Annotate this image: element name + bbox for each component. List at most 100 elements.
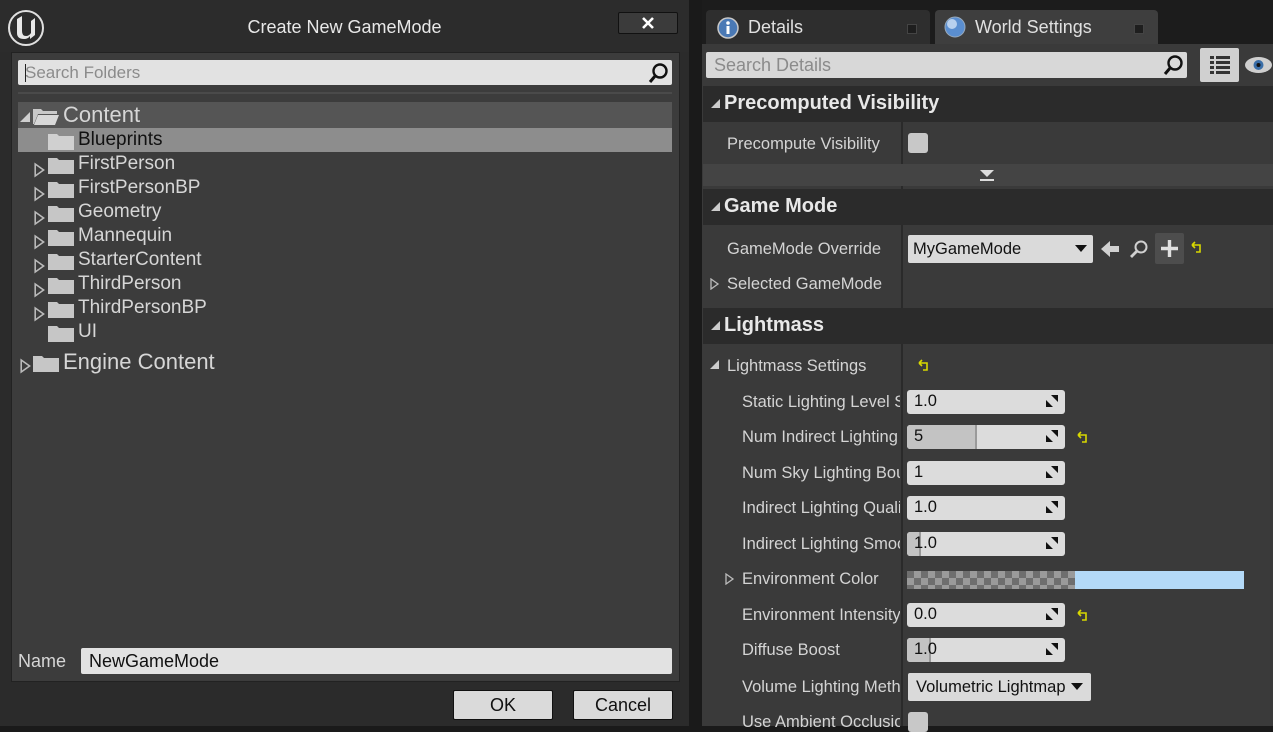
folder-icon	[48, 182, 74, 198]
tree-item-label: UI	[78, 321, 97, 342]
folder-icon	[48, 278, 74, 294]
category-lightmass[interactable]: Lightmass	[703, 308, 1273, 344]
precompute-visibility-checkbox[interactable]	[908, 133, 928, 153]
tree-item-label: Engine Content	[63, 349, 215, 374]
prop-label-num-sky-lighting-bounces: Num Sky Lighting Bou	[742, 464, 900, 482]
expand-arrow-icon[interactable]	[725, 573, 735, 585]
tree-item-label: StarterContent	[78, 249, 202, 270]
folder-icon	[48, 230, 74, 246]
environment-intensity-field[interactable]: 0.0	[907, 603, 1065, 627]
indirect-lighting-quality-field[interactable]: 1.0	[907, 496, 1065, 520]
view-options-button[interactable]	[1200, 48, 1239, 82]
tab-details[interactable]: Details	[706, 10, 930, 44]
category-precomputed-visibility[interactable]: Precomputed Visibility	[703, 86, 1273, 122]
search-icon[interactable]	[1163, 54, 1185, 76]
num-sky-lighting-bounces-field[interactable]: 1	[907, 461, 1065, 485]
collapse-arrow-icon[interactable]	[710, 360, 720, 370]
prop-label-environment-intensity: Environment Intensity	[742, 606, 900, 624]
tree-item-engine-content[interactable]: Engine Content	[18, 349, 672, 377]
tree-item-firstpersonbp[interactable]: FirstPersonBP	[18, 176, 672, 202]
collapse-arrow-icon	[711, 321, 720, 330]
cancel-button[interactable]: Cancel	[573, 690, 673, 720]
volume-lighting-method-dropdown[interactable]: Volumetric Lightmap	[908, 673, 1091, 701]
field-value: 1	[914, 463, 924, 481]
reset-to-default-icon[interactable]	[1077, 431, 1089, 443]
text-caret	[25, 64, 26, 82]
collapse-arrow-icon	[711, 99, 720, 108]
prop-label-precompute-visibility: Precompute Visibility	[727, 135, 880, 153]
tree-item-mannequin[interactable]: Mannequin	[18, 224, 672, 250]
spin-drag-icon	[1046, 430, 1058, 442]
add-button[interactable]	[1155, 233, 1184, 264]
collapse-arrow-icon	[711, 202, 720, 211]
prop-label-selected-gamemode: Selected GameMode	[727, 275, 883, 293]
folder-icon	[48, 326, 74, 342]
gamemode-override-dropdown[interactable]: MyGameMode	[908, 235, 1093, 263]
tree-item-startercontent[interactable]: StarterContent	[18, 248, 672, 274]
folder-icon	[33, 356, 59, 372]
prop-label-gamemode-override: GameMode Override	[727, 240, 882, 258]
category-label: Game Mode	[724, 195, 838, 217]
close-button[interactable]	[618, 12, 678, 34]
num-indirect-lighting-field[interactable]: 5	[907, 425, 1065, 449]
use-selected-arrow-icon[interactable]	[1100, 239, 1120, 259]
tree-item-thirdperson[interactable]: ThirdPerson	[18, 272, 672, 298]
category-game-mode[interactable]: Game Mode	[703, 189, 1273, 225]
collapsed-arrow-icon[interactable]	[20, 354, 32, 378]
prop-label-static-lighting-level-scale: Static Lighting Level S	[742, 393, 900, 411]
prop-label-lightmass-settings: Lightmass Settings	[727, 357, 867, 375]
close-tab-icon[interactable]	[907, 24, 917, 34]
expand-arrow-icon[interactable]	[710, 278, 720, 290]
prop-label-indirect-lighting-smoothness: Indirect Lighting Smoo	[742, 535, 900, 553]
field-value: 5	[914, 427, 924, 445]
folder-icon	[48, 134, 74, 150]
indirect-lighting-smoothness-field[interactable]: 1.0	[907, 532, 1065, 556]
reset-to-default-icon[interactable]	[918, 359, 930, 371]
divider	[18, 92, 672, 94]
tree-item-label: Mannequin	[78, 225, 173, 246]
list-view-icon	[1210, 56, 1230, 74]
reset-to-default-icon[interactable]	[1077, 609, 1089, 621]
details-search-input[interactable]: Search Details	[706, 52, 1187, 78]
browse-icon[interactable]	[1129, 239, 1149, 259]
search-placeholder: Search Folders	[25, 63, 141, 82]
search-icon[interactable]	[648, 62, 670, 84]
category-label: Precomputed Visibility	[724, 92, 940, 114]
tree-item-label: ThirdPerson	[78, 273, 182, 294]
tree-item-thirdpersonbp[interactable]: ThirdPersonBP	[18, 296, 672, 322]
name-input[interactable]: NewGameMode	[81, 648, 672, 674]
folder-icon	[48, 254, 74, 270]
field-value: 0.0	[914, 605, 937, 623]
tree-item-blueprints[interactable]: Blueprints	[18, 128, 672, 152]
close-tab-icon[interactable]	[1134, 24, 1144, 34]
advanced-expander[interactable]	[703, 164, 1273, 186]
prop-label-environment-color: Environment Color	[742, 570, 879, 588]
tab-world-settings[interactable]: World Settings	[935, 10, 1158, 44]
tree-item-content[interactable]: Content	[18, 102, 672, 128]
folder-icon	[48, 302, 74, 318]
reset-to-default-icon[interactable]	[1191, 241, 1203, 253]
name-input-value: NewGameMode	[89, 651, 220, 671]
spin-drag-icon	[1046, 537, 1058, 549]
chevron-down-icon	[1075, 245, 1087, 252]
spin-drag-icon	[1046, 643, 1058, 655]
diffuse-boost-field[interactable]: 1.0	[907, 638, 1065, 662]
use-ambient-occlusion-checkbox[interactable]	[908, 712, 928, 732]
tree-item-label: Blueprints	[78, 129, 163, 150]
dropdown-value: Volumetric Lightmap	[916, 678, 1066, 696]
prop-label-num-indirect-lighting: Num Indirect Lighting	[742, 428, 898, 446]
prop-label-indirect-lighting-quality: Indirect Lighting Quali	[742, 499, 900, 517]
static-lighting-level-scale-field[interactable]: 1.0	[907, 390, 1065, 414]
tree-item-firstperson[interactable]: FirstPerson	[18, 152, 672, 178]
environment-color-swatch[interactable]	[907, 571, 1244, 589]
folder-search-input[interactable]: Search Folders	[18, 60, 672, 85]
tree-item-ui[interactable]: UI	[18, 320, 672, 344]
tree-item-label: FirstPersonBP	[78, 177, 201, 198]
ok-button[interactable]: OK	[453, 690, 553, 720]
expanded-arrow-icon[interactable]	[20, 104, 32, 128]
tree-item-label: FirstPerson	[78, 153, 176, 174]
tree-item-geometry[interactable]: Geometry	[18, 200, 672, 226]
eye-icon[interactable]	[1244, 55, 1273, 75]
dropdown-value: MyGameMode	[913, 240, 1022, 258]
chevron-down-icon	[1071, 683, 1083, 690]
